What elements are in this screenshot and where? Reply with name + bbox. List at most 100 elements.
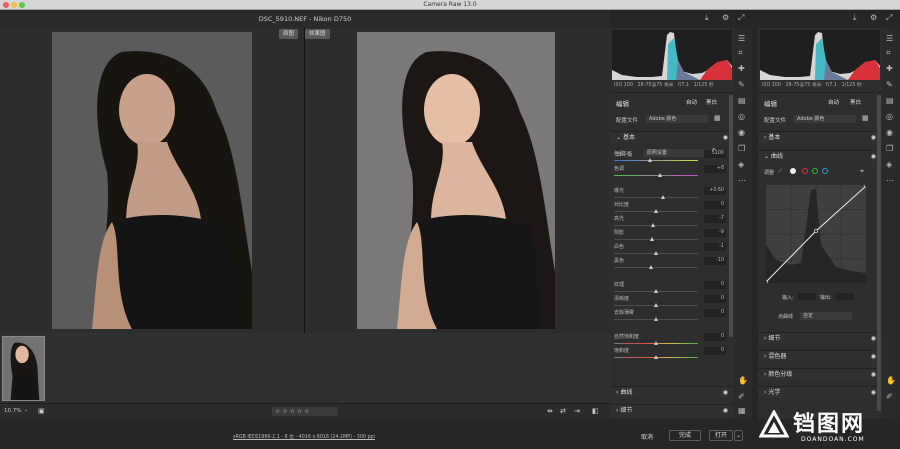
healing-icon[interactable]: ✚ (738, 64, 745, 73)
presets-icon[interactable]: ◈ (738, 160, 744, 169)
sampler-icon[interactable]: ✐ (738, 392, 745, 401)
slider-track[interactable] (614, 267, 698, 268)
point-curve-white-button[interactable] (790, 168, 796, 174)
profile-select[interactable]: Adobe 颜色 (646, 115, 708, 123)
brush-icon[interactable]: ✎ (886, 80, 893, 89)
tone-curve-graph[interactable] (763, 183, 869, 285)
crop-icon[interactable]: ⌗ (886, 48, 891, 58)
slider-value-field[interactable]: -7 (704, 215, 726, 223)
grid-icon[interactable]: ▦ (738, 406, 746, 415)
open-button[interactable]: 打开 (709, 430, 733, 441)
slider-thumb[interactable] (653, 288, 658, 293)
slider-value-field[interactable]: -10 (704, 257, 726, 265)
gear-icon[interactable]: ⚙ (870, 14, 877, 22)
section-detail[interactable]: › 细节 ◉ (758, 332, 882, 344)
section-optics[interactable]: › 光学 ◉ (758, 386, 882, 398)
slider-thumb[interactable] (653, 316, 658, 321)
eye-icon[interactable]: ◉ (723, 405, 728, 417)
slider-track[interactable] (614, 225, 698, 226)
slider-thumb[interactable] (653, 302, 658, 307)
slider-thumb[interactable] (650, 236, 655, 241)
slider-value-field[interactable]: 0 (704, 309, 726, 317)
star-rating[interactable]: ☆ ☆ ☆ ☆ ☆ (272, 407, 338, 416)
slider-9[interactable]: 清晰度 0 (614, 295, 726, 309)
eye-icon[interactable]: ◉ (871, 151, 876, 163)
input-field[interactable] (798, 293, 816, 300)
slider-1[interactable]: 色调 +8 (614, 165, 726, 179)
gradient-icon[interactable]: ▤ (886, 96, 894, 105)
open-options-button[interactable]: ⌄ (734, 430, 743, 441)
copy-settings-icon[interactable]: ⇥ (574, 407, 580, 415)
section-grading[interactable]: › 颜色分级 ◉ (758, 368, 882, 380)
healing-icon[interactable]: ✚ (886, 64, 893, 73)
right-panel-scrollbar[interactable] (877, 95, 881, 411)
eye-icon[interactable]: ◉ (871, 333, 876, 345)
slider-value-field[interactable]: -9 (704, 229, 726, 237)
swap-icon[interactable]: ⇄ (560, 407, 566, 415)
slider-12[interactable]: 饱和度 0 (614, 347, 726, 361)
auto-button[interactable]: 自动 (828, 98, 839, 106)
slider-value-field[interactable]: 0 (704, 295, 726, 303)
point-curve-select[interactable]: 自定 (800, 312, 852, 320)
section-curve[interactable]: › 曲线 ◉ (610, 386, 734, 398)
fullscreen-icon[interactable]: ⤢ (886, 14, 892, 22)
profile-browser-icon[interactable]: ▦ (862, 114, 869, 122)
slider-track[interactable] (614, 160, 698, 161)
save-icon[interactable]: ⤓ (705, 14, 709, 22)
profile-browser-icon[interactable]: ▦ (714, 114, 721, 122)
radial-icon[interactable]: ◎ (738, 112, 745, 121)
gear-icon[interactable]: ⚙ (722, 14, 729, 22)
slider-value-field[interactable]: 0 (704, 201, 726, 209)
slider-3[interactable]: 对比度 0 (614, 201, 726, 215)
hand-icon[interactable]: ✋ (738, 376, 748, 385)
slider-11[interactable]: 自然饱和度 0 (614, 333, 726, 347)
slider-thumb[interactable] (657, 172, 662, 177)
slider-5[interactable]: 阴影 -9 (614, 229, 726, 243)
profile-select[interactable]: Adobe 颜色 (794, 115, 856, 123)
output-field[interactable] (836, 293, 854, 300)
slider-value-field[interactable]: 0 (704, 333, 726, 341)
slider-thumb[interactable] (649, 264, 654, 269)
section-basic[interactable]: › 基本 ◉ (758, 131, 882, 143)
snapshots-icon[interactable]: ❐ (886, 144, 893, 153)
bw-button[interactable]: 黑白 (850, 98, 861, 106)
slider-2[interactable]: 曝光 +0.60 (614, 187, 726, 201)
save-icon[interactable]: ⤓ (853, 14, 857, 22)
parametric-curve-icon[interactable]: ⟋ (778, 168, 782, 176)
presets-icon[interactable]: ◈ (886, 160, 892, 169)
slider-thumb[interactable] (653, 250, 658, 255)
point-curve-green-button[interactable] (812, 168, 818, 174)
slider-value-field[interactable]: 0 (704, 281, 726, 289)
slider-value-field[interactable]: -1 (704, 243, 726, 251)
bw-button[interactable]: 黑白 (706, 98, 717, 106)
more-icon[interactable]: ⋯ (738, 176, 746, 185)
slider-thumb[interactable] (650, 222, 655, 227)
fit-view-icon[interactable]: ▣ (38, 407, 45, 415)
slider-value-field[interactable]: 5100 (704, 150, 726, 158)
slider-value-field[interactable]: 0 (704, 347, 726, 355)
slider-track[interactable] (614, 197, 698, 198)
slider-0[interactable]: 色温 5100 (614, 150, 726, 164)
split-divider[interactable] (304, 28, 305, 333)
fullscreen-icon[interactable]: ⤢ (738, 14, 744, 22)
toggle-view-icon[interactable]: ◧ (592, 407, 599, 415)
section-basic[interactable]: ⌄ 基本 ◉ (610, 131, 734, 143)
workflow-options-link[interactable]: sRGB IEC61966-2.1 - 8 位 - 4016 x 6016 (2… (233, 433, 375, 440)
slider-6[interactable]: 白色 -1 (614, 243, 726, 257)
point-curve-blue-button[interactable] (822, 168, 828, 174)
slider-thumb[interactable] (653, 208, 658, 213)
done-button[interactable]: 完成 (669, 430, 701, 441)
slider-track[interactable] (614, 175, 698, 176)
eye-icon[interactable]: ◉ (723, 387, 728, 399)
auto-button[interactable]: 自动 (686, 98, 697, 106)
slider-thumb[interactable] (653, 354, 658, 359)
cancel-button[interactable]: 取消 (641, 432, 653, 441)
gradient-icon[interactable]: ▤ (738, 96, 746, 105)
slider-4[interactable]: 高光 -7 (614, 215, 726, 229)
slider-thumb[interactable] (653, 340, 658, 345)
eye-icon[interactable]: ◉ (871, 132, 876, 144)
slider-value-field[interactable]: +8 (704, 165, 726, 173)
edit-icon[interactable]: ☰ (886, 34, 893, 43)
slider-value-field[interactable]: +0.60 (704, 187, 726, 195)
section-detail[interactable]: › 细节 ◉ (610, 404, 734, 416)
